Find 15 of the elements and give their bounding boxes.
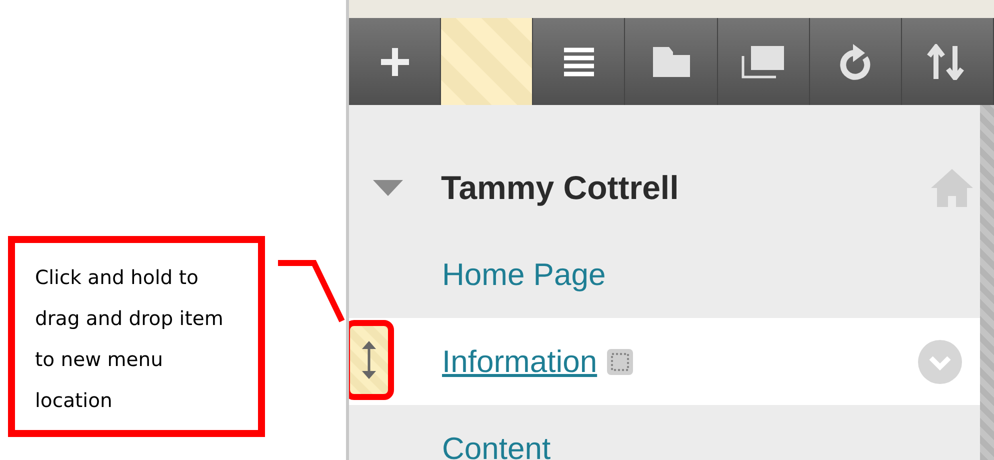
- menu-item[interactable]: Content: [349, 405, 980, 460]
- drag-handle[interactable]: [349, 320, 394, 400]
- menu-link[interactable]: Home Page: [442, 256, 606, 292]
- folder-icon: [652, 46, 690, 78]
- menu-link[interactable]: Information: [442, 344, 598, 380]
- menu-link[interactable]: Content: [442, 430, 551, 460]
- menu-item[interactable]: Information: [349, 318, 980, 405]
- menu-item[interactable]: Home Page: [349, 231, 980, 318]
- dotted-square-icon: [607, 348, 634, 374]
- callout-text: Click and hold to drag and drop item to new menu location: [35, 265, 224, 414]
- windows-icon: [741, 44, 786, 78]
- refresh-icon: [838, 42, 872, 80]
- up-down-arrow-icon: [361, 340, 377, 380]
- course-title: Tammy Cottrell: [441, 169, 680, 207]
- collapse-triangle-icon[interactable]: [373, 180, 403, 196]
